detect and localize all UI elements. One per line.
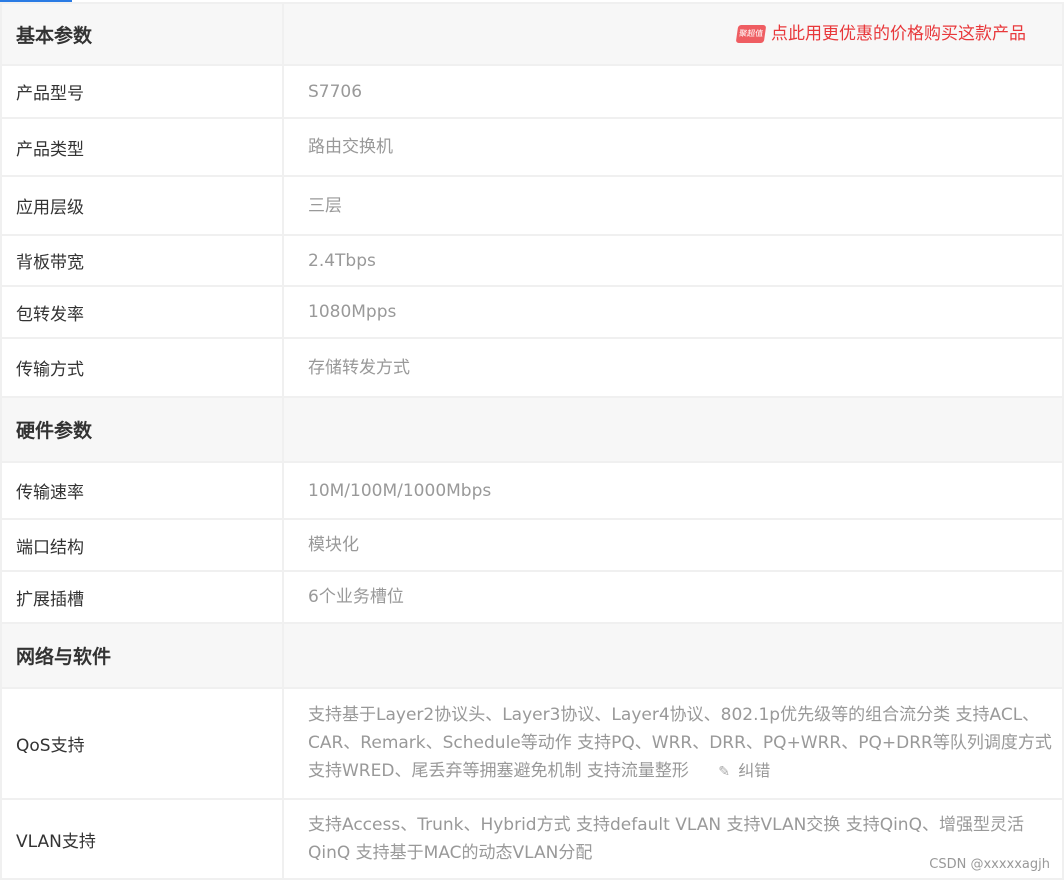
row-label: 应用层级 — [0, 175, 284, 236]
row-label: 扩展插槽 — [0, 570, 284, 624]
row-value: 支持基于Layer2协议头、Layer3协议、Layer4协议、802.1p优先… — [308, 705, 1052, 781]
table-row: 端口结构 模块化 — [0, 518, 1064, 572]
table-row: 扩展插槽 6个业务槽位 — [0, 570, 1064, 624]
row-value: 10M/100M/1000Mbps — [282, 461, 1064, 520]
row-label: 产品类型 — [0, 117, 284, 177]
section-header: 网络与软件 — [0, 622, 1064, 689]
table-row: 传输方式 存储转发方式 — [0, 337, 1064, 398]
row-value: 6个业务槽位 — [282, 570, 1064, 624]
correction-label: 纠错 — [738, 761, 771, 780]
section-title: 基本参数 — [0, 2, 284, 66]
row-value: 三层 — [282, 175, 1064, 236]
watermark: CSDN @xxxxxagjh — [929, 857, 1050, 872]
spec-table: 基本参数 聚超值 点此用更优惠的价格购买这款产品 产品型号 S7706 产品类型… — [0, 2, 1064, 880]
row-value: 2.4Tbps — [282, 234, 1064, 287]
table-row: 传输速率 10M/100M/1000Mbps — [0, 461, 1064, 520]
row-label: VLAN支持 — [0, 798, 284, 880]
promo-label: 点此用更优惠的价格购买这款产品 — [771, 24, 1026, 44]
row-value: 模块化 — [282, 518, 1064, 572]
correction-link[interactable]: ✎ 纠错 — [718, 761, 770, 780]
row-label: 传输方式 — [0, 337, 284, 398]
table-row: QoS支持 支持基于Layer2协议头、Layer3协议、Layer4协议、80… — [0, 687, 1064, 800]
row-value: 路由交换机 — [282, 117, 1064, 177]
section-title: 网络与软件 — [0, 622, 284, 689]
table-row: 产品型号 S7706 — [0, 64, 1064, 119]
table-row: VLAN支持 支持Access、Trunk、Hybrid方式 支持default… — [0, 798, 1064, 880]
row-value: S7706 — [282, 64, 1064, 119]
table-row: 应用层级 三层 — [0, 175, 1064, 236]
section-header: 硬件参数 — [0, 396, 1064, 463]
row-label: 传输速率 — [0, 461, 284, 520]
row-label: 产品型号 — [0, 64, 284, 119]
row-label: 包转发率 — [0, 285, 284, 339]
section-title: 硬件参数 — [0, 396, 284, 463]
table-row: 包转发率 1080Mpps — [0, 285, 1064, 339]
row-value: 存储转发方式 — [282, 337, 1064, 398]
row-label: 背板带宽 — [0, 234, 284, 287]
promo-badge-icon: 聚超值 — [735, 25, 767, 43]
row-label: QoS支持 — [0, 687, 284, 800]
section-header: 基本参数 聚超值 点此用更优惠的价格购买这款产品 — [0, 2, 1064, 66]
table-row: 背板带宽 2.4Tbps — [0, 234, 1064, 287]
row-label: 端口结构 — [0, 518, 284, 572]
row-value: 1080Mpps — [282, 285, 1064, 339]
pencil-icon: ✎ — [718, 764, 730, 780]
table-row: 产品类型 路由交换机 — [0, 117, 1064, 177]
promo-link[interactable]: 聚超值 点此用更优惠的价格购买这款产品 — [735, 20, 1026, 48]
